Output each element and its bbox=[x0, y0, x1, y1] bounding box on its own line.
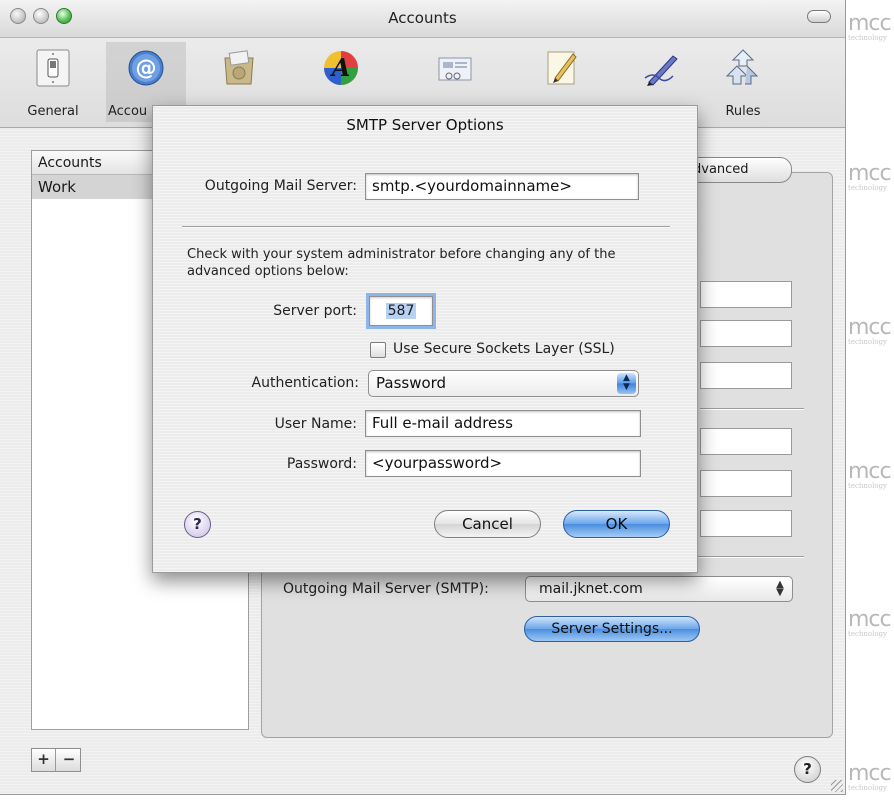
junk-mail-icon bbox=[224, 50, 254, 85]
watermark-logo-text: mcc bbox=[848, 459, 892, 484]
background-field[interactable] bbox=[700, 281, 792, 308]
watermark: mcc technology bbox=[848, 315, 894, 347]
smtp-server-options-sheet: SMTP Server Options Outgoing Mail Server… bbox=[152, 105, 698, 573]
section-divider bbox=[182, 226, 670, 228]
password-field[interactable]: <yourpassword> bbox=[365, 450, 641, 477]
cancel-button[interactable]: Cancel bbox=[434, 510, 541, 538]
fonts-colors-icon: A bbox=[324, 51, 358, 85]
server-port-field[interactable]: 587 bbox=[369, 296, 433, 326]
watermark-logo-text: mcc bbox=[848, 761, 892, 786]
smtp-server-select[interactable]: mail.jknet.com ▲ ▼ bbox=[525, 576, 793, 602]
outgoing-mail-server-label: Outgoing Mail Server: bbox=[204, 178, 357, 194]
ssl-checkbox[interactable] bbox=[370, 342, 386, 358]
watermark-logo-text: mcc bbox=[848, 11, 892, 36]
at-sign-icon: @ bbox=[128, 50, 164, 86]
composing-icon bbox=[547, 51, 577, 85]
window-title: Accounts bbox=[388, 9, 457, 27]
watermark-logo-text: mcc bbox=[848, 315, 892, 340]
resize-grip-icon[interactable] bbox=[831, 780, 843, 792]
viewing-icon bbox=[438, 57, 472, 81]
smtp-server-value: mail.jknet.com bbox=[539, 581, 643, 597]
ssl-checkbox-label[interactable]: Use Secure Sockets Layer (SSL) bbox=[393, 341, 615, 357]
signatures-icon bbox=[644, 55, 678, 86]
watermark: mcc technology bbox=[848, 761, 894, 793]
background-field[interactable] bbox=[700, 470, 792, 497]
authentication-label: Authentication: bbox=[251, 375, 360, 391]
watermark: mcc technology bbox=[848, 11, 894, 43]
updown-arrows-icon: ▲ ▼ bbox=[617, 373, 636, 394]
remove-account-button[interactable]: − bbox=[57, 749, 81, 771]
add-account-button[interactable]: + bbox=[32, 749, 56, 771]
accounts-window: Accounts General @ Accou A Rules Account… bbox=[0, 0, 846, 795]
background-field[interactable] bbox=[700, 320, 792, 347]
password-label: Password: bbox=[286, 456, 357, 472]
toolbar-label: Rules bbox=[725, 104, 761, 119]
authentication-value: Password bbox=[376, 374, 447, 392]
rules-icon bbox=[725, 49, 759, 85]
sheet-title: SMTP Server Options bbox=[346, 116, 504, 134]
background-field[interactable] bbox=[700, 362, 792, 389]
svg-text:@: @ bbox=[136, 56, 157, 80]
light-switch-icon bbox=[36, 49, 70, 87]
add-remove-control: + − bbox=[31, 748, 81, 772]
title-bar[interactable]: Accounts bbox=[0, 0, 845, 38]
toolbar-item-rules[interactable]: Rules bbox=[708, 42, 778, 122]
user-name-field[interactable]: Full e-mail address bbox=[365, 410, 641, 437]
user-name-label: User Name: bbox=[274, 416, 357, 432]
server-settings-button[interactable]: Server Settings... bbox=[524, 616, 700, 642]
section-divider bbox=[700, 408, 804, 410]
watermark: mcc technology bbox=[848, 161, 894, 193]
advanced-options-note: Check with your system administrator bef… bbox=[187, 247, 616, 279]
toolbar-label: General bbox=[27, 104, 79, 119]
smtp-server-label: Outgoing Mail Server (SMTP): bbox=[283, 581, 489, 597]
watermark-logo-text: mcc bbox=[848, 607, 892, 632]
ok-button[interactable]: OK bbox=[563, 510, 670, 538]
svg-text:A: A bbox=[330, 53, 351, 82]
authentication-select[interactable]: Password ▲ ▼ bbox=[368, 370, 639, 397]
background-field[interactable] bbox=[700, 510, 792, 537]
toolbar-toggle-button[interactable] bbox=[807, 10, 831, 23]
outgoing-mail-server-field[interactable]: smtp.<yourdomainname> bbox=[365, 173, 639, 200]
updown-arrows-icon: ▲ ▼ bbox=[776, 579, 784, 598]
help-button[interactable]: ? bbox=[794, 756, 821, 783]
tab-advanced[interactable]: dvanced bbox=[690, 157, 792, 183]
watermark-logo-text: mcc bbox=[848, 161, 892, 186]
server-port-value: 587 bbox=[385, 303, 417, 319]
sheet-help-button[interactable]: ? bbox=[184, 511, 211, 538]
server-port-label: Server port: bbox=[273, 303, 357, 319]
toolbar-item-general[interactable]: General bbox=[16, 42, 90, 122]
watermark: mcc technology bbox=[848, 459, 894, 491]
watermark: mcc technology bbox=[848, 607, 894, 639]
background-field[interactable] bbox=[700, 428, 792, 455]
